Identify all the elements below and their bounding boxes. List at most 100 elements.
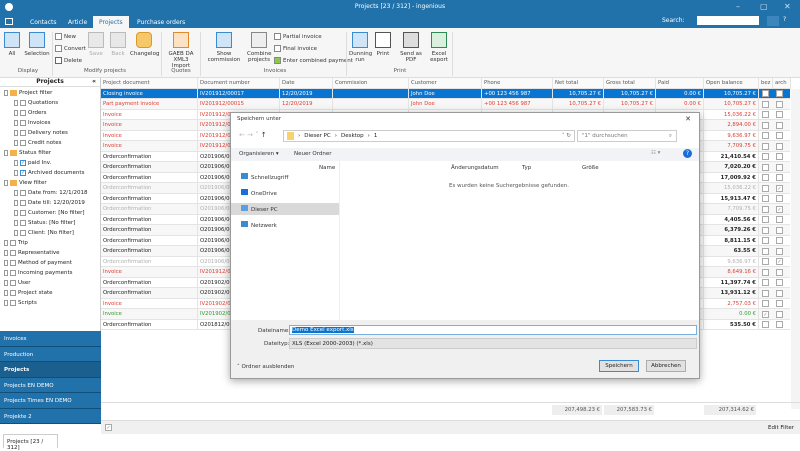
tree-item[interactable]: View filter xyxy=(4,180,47,186)
arch-checkbox[interactable] xyxy=(776,111,783,118)
arch-checkbox[interactable] xyxy=(776,142,783,150)
all-button[interactable]: All xyxy=(4,32,20,57)
bez-checkbox[interactable] xyxy=(762,279,769,286)
bez-checkbox[interactable] xyxy=(762,132,769,139)
filetype-select[interactable]: XLS (Excel 2000-2003) (*.xls) xyxy=(289,338,697,349)
collapse-panel-button[interactable]: « xyxy=(92,78,96,85)
column-header[interactable]: Gross total xyxy=(604,78,656,89)
cancel-dialog-button[interactable]: Abbrechen xyxy=(646,360,686,372)
partial-invoice-button[interactable]: Partial invoice xyxy=(274,33,322,40)
tab-projects[interactable]: Projects xyxy=(93,16,129,28)
bez-checkbox[interactable] xyxy=(762,90,769,97)
save-dialog-button[interactable]: Speichern xyxy=(599,360,639,372)
bez-checkbox[interactable] xyxy=(762,153,769,160)
nav-item[interactable]: Projects EN DEMO xyxy=(0,377,101,393)
dialog-nav-item[interactable]: Netzwerk xyxy=(231,219,339,231)
arch-checkbox[interactable] xyxy=(776,321,783,328)
column-header[interactable]: Phone xyxy=(482,78,553,89)
arch-checkbox[interactable] xyxy=(776,121,783,129)
arch-checkbox[interactable] xyxy=(776,289,783,297)
arch-checkbox[interactable] xyxy=(776,174,783,181)
tab-purchase-orders[interactable]: Purchase orders xyxy=(131,16,191,28)
dunning-run-button[interactable]: Dunning run xyxy=(349,32,372,63)
bez-checkbox[interactable] xyxy=(762,100,769,108)
expand-icon[interactable] xyxy=(4,150,8,156)
bez-checkbox[interactable] xyxy=(762,184,769,192)
tree-item[interactable]: Status filter xyxy=(4,150,51,156)
arch-checkbox[interactable] xyxy=(776,300,783,307)
app-menu-icon[interactable] xyxy=(5,18,13,25)
arch-checkbox[interactable] xyxy=(776,268,783,276)
tree-item[interactable]: Orders xyxy=(14,110,47,116)
bez-checkbox[interactable] xyxy=(762,195,769,202)
expand-icon[interactable] xyxy=(14,230,18,236)
dialog-close-button[interactable]: ✕ xyxy=(685,115,691,123)
bez-checkbox[interactable] xyxy=(762,226,769,234)
arch-checkbox[interactable] xyxy=(776,216,783,223)
expand-icon[interactable] xyxy=(14,120,18,126)
expand-icon[interactable] xyxy=(14,100,18,106)
tree-item[interactable]: Quotations xyxy=(14,100,58,106)
arch-checkbox[interactable] xyxy=(776,163,783,171)
tree-item[interactable]: Representative xyxy=(4,250,60,256)
expand-icon[interactable] xyxy=(14,200,18,206)
expand-icon[interactable] xyxy=(4,180,8,186)
column-header[interactable]: arch xyxy=(773,78,791,89)
tree-item[interactable]: Incoming payments xyxy=(4,270,72,276)
print-button[interactable]: Print xyxy=(374,32,392,57)
address-bar[interactable]: › Dieser PC › Desktop › 1 ˅ ↻ xyxy=(283,130,575,142)
filename-input[interactable]: Demo Excel export.xls xyxy=(289,325,697,335)
expand-icon[interactable] xyxy=(14,170,18,176)
nav-arrows-icon[interactable]: ← → ˅ ↑ xyxy=(239,131,267,139)
col-modified[interactable]: Änderungsdatum xyxy=(451,165,499,171)
nav-item[interactable]: Projects Times EN DEMO xyxy=(0,393,101,409)
dialog-nav-item[interactable]: Dieser PC xyxy=(231,203,339,215)
arch-checkbox[interactable] xyxy=(776,153,783,160)
bez-checkbox[interactable] xyxy=(762,121,769,129)
bez-checkbox[interactable] xyxy=(762,268,769,276)
tree-item[interactable]: Delivery notes xyxy=(14,130,68,136)
column-header[interactable]: Document number xyxy=(198,78,280,89)
save-button[interactable]: Save xyxy=(88,32,104,57)
bez-checkbox[interactable] xyxy=(762,216,769,223)
expand-icon[interactable] xyxy=(14,130,18,136)
send-pdf-button[interactable]: Send as PDF xyxy=(394,32,428,63)
bottom-tab-projects[interactable]: Projects [23 / 312] xyxy=(3,434,58,451)
back-button[interactable]: Back xyxy=(110,32,126,57)
tree-item[interactable]: ✓ paid Inv. xyxy=(14,160,51,166)
arch-checkbox[interactable] xyxy=(776,237,783,244)
gaeb-import-button[interactable]: GAEB DA XML3 Import xyxy=(164,32,198,69)
expand-icon[interactable] xyxy=(4,260,8,266)
arch-checkbox[interactable]: ✓ xyxy=(776,258,783,265)
tree-item[interactable]: ✓ Archived documents xyxy=(14,170,84,176)
view-options-icon[interactable]: ☷ ▾ xyxy=(651,150,660,156)
expand-icon[interactable] xyxy=(14,110,18,116)
nav-item[interactable]: Production xyxy=(0,346,101,362)
binoculars-icon[interactable] xyxy=(767,16,779,26)
col-name[interactable]: Name xyxy=(319,165,335,171)
bez-checkbox[interactable] xyxy=(762,163,769,171)
expand-icon[interactable] xyxy=(14,140,18,146)
column-header[interactable]: bez xyxy=(759,78,773,89)
tree-item[interactable]: Client: [No filter] xyxy=(14,230,74,236)
expand-icon[interactable] xyxy=(14,210,18,216)
column-header[interactable]: Open balance xyxy=(704,78,759,89)
combined-payment-button[interactable]: Enter combined payment xyxy=(274,57,353,64)
edit-filter-link[interactable]: Edit Filter xyxy=(768,425,794,431)
arch-checkbox[interactable]: ✓ xyxy=(776,205,783,213)
bez-checkbox[interactable] xyxy=(762,247,769,255)
bez-checkbox[interactable] xyxy=(762,205,769,213)
table-row[interactable]: Part payment invoice IV201912/00015 12/20/… xyxy=(101,99,790,110)
breadcrumb-folder-1[interactable]: 1 xyxy=(374,133,378,139)
final-invoice-button[interactable]: Final invoice xyxy=(274,45,317,52)
tab-article[interactable]: Article xyxy=(62,16,93,28)
maximize-button[interactable]: ▢ xyxy=(760,2,768,11)
expand-icon[interactable] xyxy=(14,190,18,196)
breadcrumb-desktop[interactable]: Desktop xyxy=(341,133,364,139)
tree-item[interactable]: Trip xyxy=(4,240,28,246)
table-row[interactable]: Closing invoice IV201912/00017 12/20/2019 J… xyxy=(101,88,790,99)
arch-checkbox[interactable] xyxy=(776,195,783,202)
search-input[interactable] xyxy=(697,16,759,25)
minimize-button[interactable]: – xyxy=(736,2,740,11)
excel-export-button[interactable]: Excel export xyxy=(428,32,450,63)
